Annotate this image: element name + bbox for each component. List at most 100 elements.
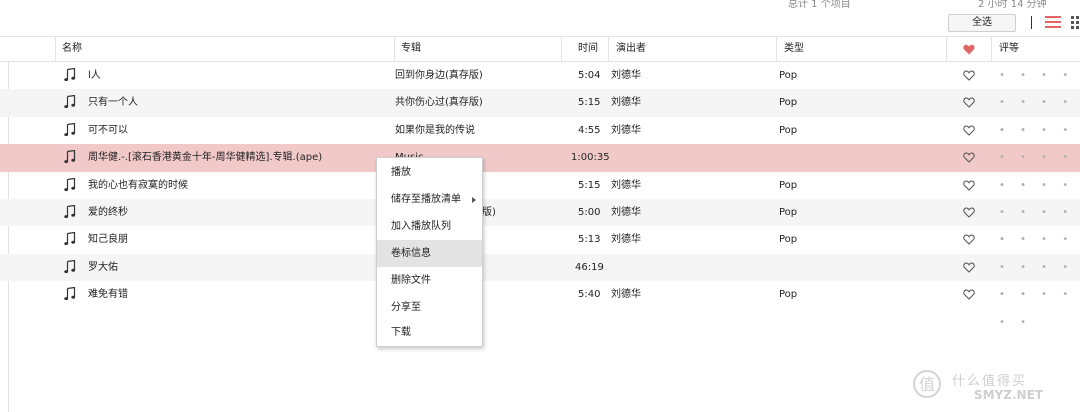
heart-outline-icon[interactable]	[963, 180, 975, 191]
column-header-row: 名称 专辑 时间 演出者 类型 评等	[0, 36, 1080, 62]
heart-outline-icon[interactable]	[963, 97, 975, 109]
column-header-artist[interactable]: 演出者	[616, 37, 646, 61]
track-title: 爱的终秒	[88, 206, 128, 218]
track-list: l人 回到你身边(真存版) 5:04 刘德华 Pop • • • • • • 只…	[0, 62, 1080, 328]
star-rating[interactable]: • • • • • •	[999, 172, 1080, 218]
track-time: 5:15	[578, 179, 601, 191]
track-time: 5:13	[578, 234, 601, 246]
column-header-rating[interactable]: 评等	[999, 37, 1019, 61]
svg-text:值: 值	[919, 375, 935, 394]
track-row[interactable]: l人 回到你身边(真存版) 5:04 刘德华 Pop • • • • • •	[0, 62, 1080, 108]
menu-item-label: 删除文件	[391, 275, 431, 286]
heart-outline-icon[interactable]	[963, 234, 975, 246]
track-genre: Pop	[779, 206, 798, 218]
track-artist: 刘德华	[611, 124, 641, 136]
track-time: 5:04	[578, 70, 601, 81]
track-title: 我的心也有寂寞的时候	[88, 179, 188, 191]
heart-outline-icon[interactable]	[963, 262, 975, 273]
star-rating[interactable]: • • • • • •	[999, 117, 1080, 163]
column-divider	[776, 37, 777, 61]
menu-item-label: 卷标信息	[391, 248, 431, 259]
track-title: 罗大佑	[88, 261, 118, 273]
track-genre: Pop	[779, 124, 798, 136]
star-rating[interactable]: • • • • • •	[999, 199, 1080, 245]
music-note-icon	[64, 287, 76, 301]
watermark: 值 什么值得买 SMYZ.NET	[912, 368, 1072, 404]
heart-outline-icon[interactable]	[963, 125, 975, 136]
music-note-icon	[64, 122, 76, 136]
track-album: 回到你身边(真存版)	[395, 70, 483, 81]
track-artist: 刘德华	[611, 206, 641, 218]
track-artist	[611, 144, 771, 171]
track-title: 可不可以	[88, 124, 128, 136]
heart-outline-icon[interactable]	[963, 70, 975, 81]
heart-column-icon[interactable]	[963, 44, 975, 55]
toolbar: 总计 1 个项目 2 小时 14 分钟 全选	[0, 0, 1080, 36]
music-note-icon	[64, 68, 76, 82]
menu-item-download[interactable]: 下载	[377, 319, 482, 346]
music-note-icon	[64, 95, 76, 109]
track-album: 如果你是我的传说	[395, 124, 475, 136]
track-row[interactable]: 我的心也有寂寞的时候 5:15 刘德华 Pop • • • • • •	[0, 172, 1080, 218]
menu-item-add-to-queue[interactable]: 加入播放队列	[377, 213, 482, 240]
track-row[interactable]: 只有一个人 共你伤心过(真存版) 5:15 刘德华 Pop • • • • • …	[0, 89, 1080, 136]
track-album: 版)	[482, 206, 496, 218]
column-header-album[interactable]: 专辑	[401, 37, 421, 61]
track-genre: Pop	[779, 70, 798, 81]
heart-outline-icon[interactable]	[963, 289, 975, 300]
track-title: 周华健.-.[滚石香港黄金十年-周华健精选].专辑.(ape)	[88, 152, 323, 164]
music-note-icon	[64, 177, 76, 191]
track-artist: 刘德华	[611, 179, 641, 191]
track-time: 1:00:35	[571, 152, 610, 164]
track-artist: 刘德华	[611, 97, 641, 109]
track-row[interactable]: 难免有错 5:40 刘德华 Pop • • • • • •	[0, 281, 1080, 328]
track-time: 46:19	[575, 261, 604, 273]
track-time: 5:15	[578, 97, 601, 109]
star-rating[interactable]: • • • • • •	[999, 144, 1080, 190]
track-title: 知己良朋	[88, 234, 128, 246]
menu-item-label: 分享至	[391, 302, 421, 313]
toolbar-divider	[1031, 16, 1032, 29]
column-header-genre[interactable]: 类型	[784, 37, 804, 61]
star-rating[interactable]: • • • • • •	[999, 281, 1080, 327]
heart-outline-icon[interactable]	[963, 152, 975, 163]
star-rating[interactable]: • • • • • •	[999, 62, 1080, 108]
menu-item-share[interactable]: 分享至	[377, 294, 482, 321]
track-genre: Pop	[779, 289, 798, 301]
track-row[interactable]: 可不可以 如果你是我的传说 4:55 刘德华 Pop • • • • • •	[0, 117, 1080, 163]
star-rating[interactable]: • • • • • •	[999, 254, 1080, 300]
track-artist: 刘德华	[611, 289, 641, 301]
column-header-time[interactable]: 时间	[578, 37, 598, 61]
track-row[interactable]: 知己良朋 5:13 刘德华 Pop • • • • • •	[0, 226, 1080, 273]
select-all-button[interactable]: 全选	[948, 14, 1016, 32]
track-time: 5:00	[578, 206, 601, 218]
menu-item-label: 储存至播放清单	[391, 194, 461, 205]
column-divider	[561, 37, 562, 61]
music-note-icon	[64, 259, 76, 273]
submenu-arrow-icon	[472, 197, 476, 203]
menu-item-save-to-playlist[interactable]: 储存至播放清单	[377, 186, 482, 213]
track-title: 只有一个人	[88, 97, 138, 109]
track-row[interactable]: 罗大佑 46:19 • • • • • •	[0, 253, 1080, 300]
menu-item-tag-info[interactable]: 卷标信息	[377, 240, 482, 267]
track-artist: 刘德华	[611, 234, 641, 246]
menu-item-label: 播放	[391, 167, 411, 178]
menu-item-delete-file[interactable]: 删除文件	[377, 267, 482, 294]
star-rating[interactable]: • • • • • •	[999, 226, 1080, 272]
track-row-selected[interactable]: 周华健.-.[滚石香港黄金十年-周华健精选].专辑.(ape) Music 1:…	[0, 144, 1080, 191]
menu-item-play[interactable]: 播放	[377, 159, 482, 186]
star-rating[interactable]: • • • • • •	[999, 89, 1080, 135]
music-note-icon	[64, 232, 76, 246]
track-row[interactable]: 爱的终秒 版) 5:00 刘德华 Pop • • • • • •	[0, 198, 1080, 245]
column-divider	[394, 37, 395, 61]
heart-outline-icon[interactable]	[963, 207, 975, 218]
column-divider	[991, 37, 992, 61]
list-view-icon[interactable]	[1045, 15, 1061, 29]
track-genre: Pop	[779, 97, 798, 109]
track-album: 共你伤心过(真存版)	[395, 97, 483, 109]
track-title: 难免有错	[88, 289, 128, 301]
library-summary: 总计 1 个项目	[788, 0, 851, 10]
grid-view-icon[interactable]	[1071, 15, 1080, 29]
watermark-domain: SMYZ.NET	[974, 388, 1043, 402]
column-header-name[interactable]: 名称	[62, 37, 82, 61]
